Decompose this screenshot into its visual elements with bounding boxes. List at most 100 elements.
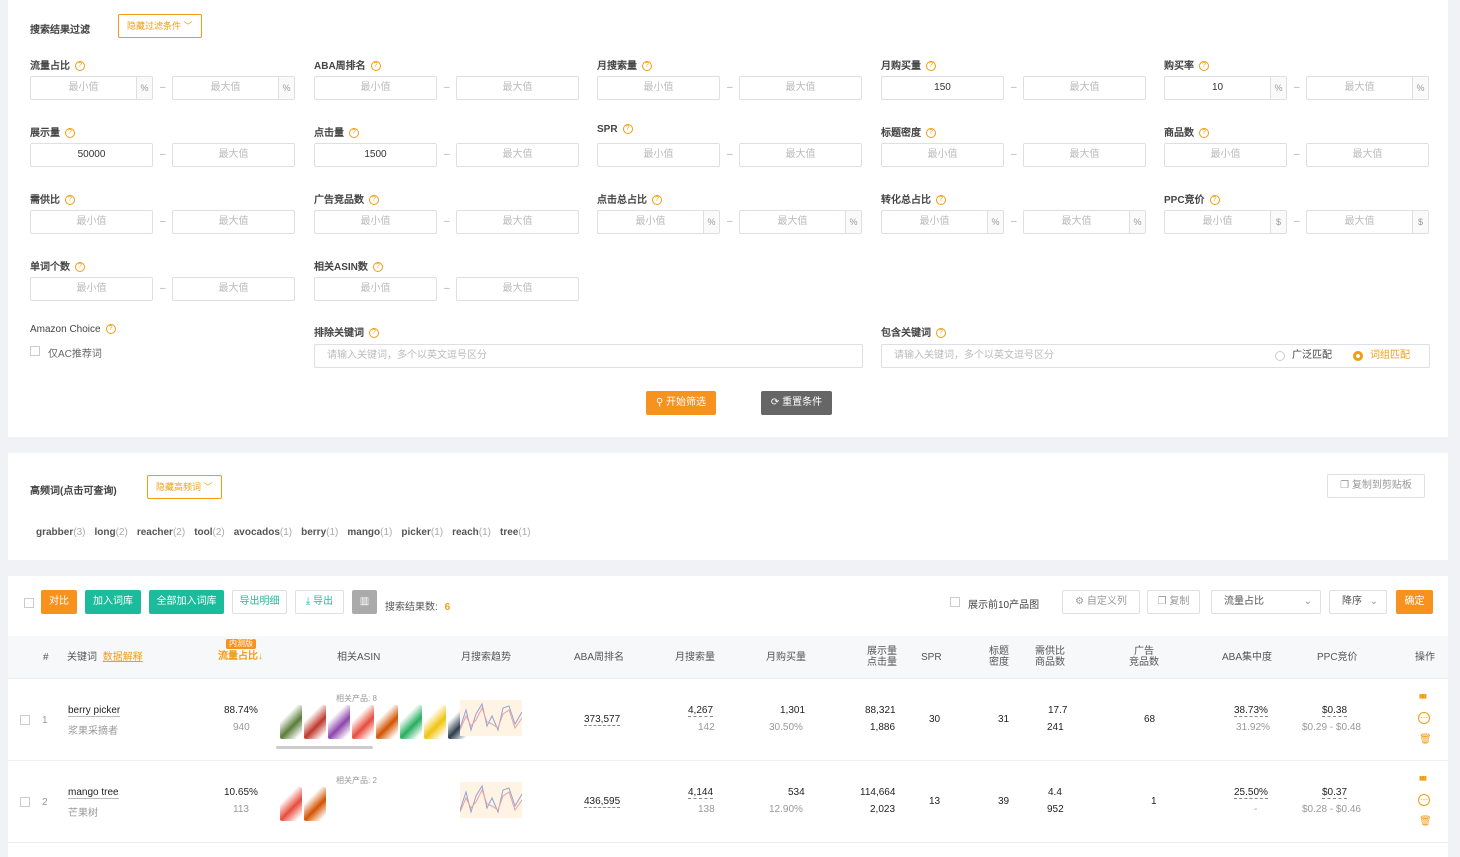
ppc-bid[interactable]: $0.37	[1322, 787, 1348, 799]
filter-min-input[interactable]: 最小值	[597, 76, 720, 100]
aba-concentration[interactable]: 38.73%	[1234, 705, 1268, 717]
filter-min-input[interactable]: 150	[881, 76, 1004, 100]
filter-max-input[interactable]: 最大值%	[1306, 76, 1429, 100]
aba-concentration[interactable]: 25.50%	[1234, 787, 1268, 799]
filter-max-input[interactable]: 最大值	[1023, 143, 1146, 167]
more-icon[interactable]: ⋯	[1418, 794, 1430, 806]
data-explain-link[interactable]: 数据解释	[103, 652, 143, 663]
hide-filter-button[interactable]: 隐藏过滤条件 ﹀	[118, 14, 202, 38]
thumb-scrollbar[interactable]	[276, 746, 373, 749]
confirm-button[interactable]: 确定	[1396, 590, 1433, 614]
filter-min-input[interactable]: 最小值	[314, 210, 437, 234]
start-filter-button[interactable]: ⚲ 开始筛选	[646, 391, 716, 415]
monthly-search[interactable]: 4,267	[688, 705, 714, 717]
filter-max-input[interactable]: 最大值%	[172, 76, 295, 100]
product-thumbnail[interactable]	[352, 705, 374, 739]
hf-word[interactable]: tool(2)	[194, 527, 225, 538]
delete-button[interactable]: ▥	[352, 590, 377, 614]
broad-match-radio[interactable]	[1275, 351, 1285, 361]
filter-min-input[interactable]: 最小值	[30, 210, 153, 234]
filter-min-input[interactable]: 50000	[30, 143, 153, 167]
col-traffic-share[interactable]: 流量占比↓	[218, 651, 263, 662]
product-thumbnail[interactable]	[328, 705, 350, 739]
custom-columns-button[interactable]: ⚙ 自定义列	[1062, 590, 1140, 614]
filter-min-input[interactable]: 最小值	[597, 143, 720, 167]
compare-button[interactable]: 对比	[41, 590, 77, 614]
product-thumbnail[interactable]	[400, 705, 422, 739]
col-spr[interactable]: SPR	[921, 652, 942, 663]
trash-icon[interactable]: 🗑	[1419, 734, 1432, 745]
include-keywords-input[interactable]: 请输入关键词，多个以英文逗号区分 广泛匹配 词组匹配	[881, 344, 1430, 368]
col-aba-rank[interactable]: ABA周排名	[574, 652, 624, 663]
filter-max-input[interactable]: 最大值	[739, 76, 862, 100]
filter-min-input[interactable]: 最小值	[30, 277, 153, 301]
aba-rank[interactable]: 436,595	[584, 796, 621, 808]
col-monthly-buy[interactable]: 月购买量	[766, 652, 806, 663]
filter-max-input[interactable]: 最大值	[172, 210, 295, 234]
filter-max-input[interactable]: 最大值	[172, 277, 295, 301]
hf-word[interactable]: tree(1)	[500, 527, 531, 538]
table-row[interactable]: 1 berry picker 浆果采摘者 88.74% 940 相关产品: 8 373,57…	[8, 679, 1448, 761]
hf-word[interactable]: avocados(1)	[234, 527, 292, 538]
filter-max-input[interactable]: 最大值	[456, 210, 579, 234]
chart-icon[interactable]: ▮▮▮	[1419, 775, 1427, 782]
keyword-link[interactable]: berry picker	[68, 705, 121, 717]
sort-field-select[interactable]: 流量占比 ⌄	[1211, 590, 1321, 614]
product-thumbnail[interactable]	[424, 705, 446, 739]
hf-word[interactable]: long(2)	[94, 527, 127, 538]
hf-word[interactable]: reacher(2)	[137, 527, 185, 538]
product-thumbnail[interactable]	[304, 705, 326, 739]
col-ad-competitors[interactable]: 广告 竞品数	[1129, 646, 1159, 668]
product-thumbnail[interactable]	[376, 705, 398, 739]
filter-max-input[interactable]: 最大值	[739, 143, 862, 167]
hide-hf-button[interactable]: 隐藏高频词 ﹀	[147, 475, 222, 499]
row-checkbox[interactable]	[20, 797, 30, 807]
copy-clipboard-button[interactable]: ❐ 复制到剪贴板	[1327, 474, 1425, 498]
filter-min-input[interactable]: 最小值	[314, 277, 437, 301]
hf-word[interactable]: berry(1)	[301, 527, 338, 538]
ppc-bid[interactable]: $0.38	[1322, 705, 1348, 717]
monthly-search[interactable]: 4,144	[688, 787, 714, 799]
add-to-library-button[interactable]: 加入词库	[85, 590, 141, 614]
col-ppc[interactable]: PPC竞价	[1317, 652, 1358, 663]
exclude-keywords-input[interactable]: 请输入关键词，多个以英文逗号区分	[314, 344, 863, 368]
filter-max-input[interactable]: 最大值	[456, 143, 579, 167]
product-thumbnail[interactable]	[304, 787, 326, 821]
filter-max-input[interactable]: 最大值%	[1023, 210, 1146, 234]
filter-min-input[interactable]: 最小值%	[597, 210, 720, 234]
show-top10-checkbox[interactable]	[950, 597, 960, 607]
more-icon[interactable]: ⋯	[1418, 712, 1430, 724]
keyword-link[interactable]: mango tree	[68, 787, 119, 799]
table-row[interactable]: 2 mango tree 芒果树 10.65% 113 相关产品: 2 436,595 4,1…	[8, 761, 1448, 843]
export-button[interactable]: ⤓ 导出	[295, 590, 344, 614]
filter-min-input[interactable]: 最小值	[881, 143, 1004, 167]
filter-min-input[interactable]: 1500	[314, 143, 437, 167]
col-aba-concentration[interactable]: ABA集中度	[1222, 652, 1272, 663]
add-all-to-library-button[interactable]: 全部加入词库	[149, 590, 224, 614]
filter-min-input[interactable]: 最小值	[314, 76, 437, 100]
row-checkbox[interactable]	[20, 715, 30, 725]
filter-max-input[interactable]: 最大值 $	[1306, 210, 1429, 234]
filter-max-input[interactable]: 最大值	[456, 76, 579, 100]
hf-word[interactable]: mango(1)	[347, 527, 392, 538]
filter-max-input[interactable]: 最大值	[456, 277, 579, 301]
filter-min-input[interactable]: 最小值%	[881, 210, 1004, 234]
chart-icon[interactable]: ▮▮▮	[1419, 693, 1427, 700]
filter-min-input[interactable]: 最小值	[1164, 143, 1287, 167]
filter-max-input[interactable]: 最大值	[172, 143, 295, 167]
filter-min-input[interactable]: 最小值 $	[1164, 210, 1287, 234]
product-thumbnail[interactable]	[280, 705, 302, 739]
aba-rank[interactable]: 373,577	[584, 714, 621, 726]
ac-only-checkbox[interactable]	[30, 346, 40, 356]
hf-word[interactable]: reach(1)	[452, 527, 491, 538]
col-title-density[interactable]: 标题 密度	[989, 646, 1009, 668]
copy-button[interactable]: ❐ 复制	[1147, 590, 1200, 614]
trash-icon[interactable]: 🗑	[1419, 816, 1432, 827]
filter-max-input[interactable]: 最大值%	[739, 210, 862, 234]
col-monthly-search[interactable]: 月搜索量	[675, 652, 715, 663]
select-all-checkbox[interactable]	[24, 598, 34, 608]
hf-word[interactable]: grabber(3)	[36, 527, 85, 538]
col-demand-supply[interactable]: 需供比 商品数	[1035, 646, 1065, 668]
sort-order-select[interactable]: 降序 ⌄	[1329, 590, 1387, 614]
export-detail-button[interactable]: 导出明细	[232, 590, 287, 614]
